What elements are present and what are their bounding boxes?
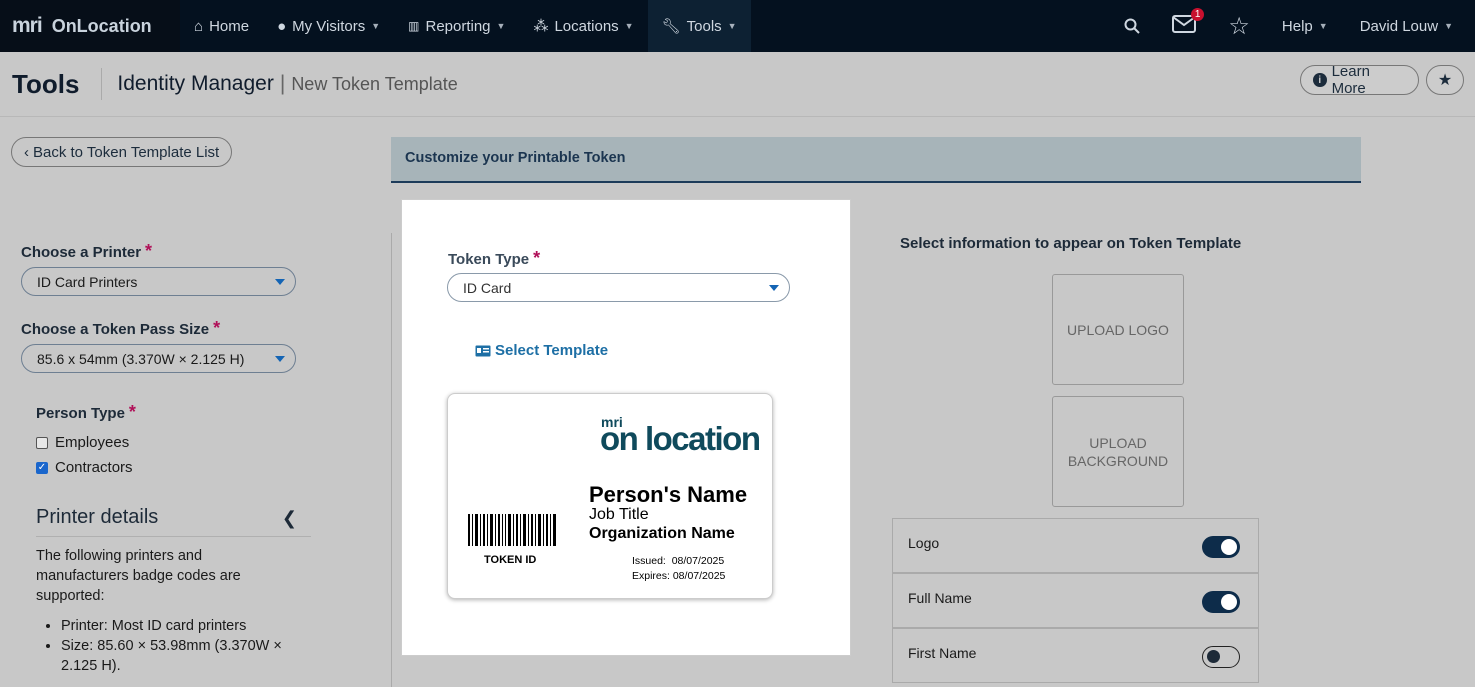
chevron-left-icon[interactable]: ❮ — [282, 508, 297, 529]
first-name-toggle[interactable] — [1202, 646, 1240, 668]
home-icon: ⌂ — [194, 17, 204, 35]
printer-select[interactable]: ID Card Printers — [21, 267, 296, 296]
upload-background-button[interactable]: UPLOAD BACKGROUND — [1052, 396, 1184, 507]
barcode-icon — [468, 514, 556, 546]
card-person-name: Person's Name — [589, 482, 748, 507]
customize-banner: Customize your Printable Token — [391, 137, 1361, 183]
star-icon: ☆ — [1228, 12, 1250, 40]
card-logo-text: on location — [600, 420, 761, 457]
chevron-left-icon: ‹ — [24, 143, 29, 161]
full-name-toggle[interactable] — [1202, 591, 1240, 613]
nav-user[interactable]: David Louw ▼ — [1344, 0, 1453, 52]
chevron-down-icon: ▼ — [727, 21, 737, 31]
favorite-page-button[interactable]: ★ — [1426, 65, 1464, 95]
mail-icon: 1 — [1172, 8, 1205, 37]
contractors-checkbox[interactable]: ✓ Contractors — [36, 459, 133, 476]
nav-locations[interactable]: ⁂ Locations ▼ — [519, 0, 647, 52]
column-divider — [391, 233, 392, 687]
token-preview-card: mri on location Person's Name Job Title … — [447, 393, 773, 599]
size-label: Choose a Token Pass Size * — [21, 318, 221, 338]
nav-my-visitors[interactable]: ● My Visitors ▼ — [263, 0, 394, 52]
size-select[interactable]: 85.6 x 54mm (3.370W × 2.125 H) — [21, 344, 296, 373]
chevron-down-icon: ▼ — [1444, 21, 1453, 31]
breadcrumb-section: Identity Manager — [117, 72, 274, 95]
nav-home[interactable]: ⌂ Home — [180, 0, 263, 52]
token-type-select[interactable]: ID Card — [447, 273, 790, 302]
card-token-id: TOKEN ID — [484, 554, 537, 566]
card-issued: Issued: 08/07/2025 — [632, 555, 725, 567]
nav-reporting[interactable]: ▥ Reporting ▼ — [394, 0, 519, 52]
card-expires: Expires: 08/07/2025 — [632, 570, 726, 582]
breadcrumb-separator: | — [279, 72, 286, 95]
nav-right: 1 ☆ Help ▼ David Louw ▼ — [1108, 0, 1475, 52]
printer-label: Choose a Printer * — [21, 241, 153, 261]
breadcrumb-page: New Token Template — [291, 73, 458, 94]
favorites-button[interactable]: ☆ — [1212, 0, 1266, 52]
nav-help[interactable]: Help ▼ — [1266, 0, 1344, 52]
toggle-row-logo: Logo — [892, 518, 1259, 573]
top-nav: mri OnLocation ⌂ Home ● My Visitors ▼ ▥ … — [0, 0, 1475, 52]
brand-logo[interactable]: mri OnLocation — [0, 0, 180, 52]
mail-button[interactable]: 1 — [1156, 0, 1212, 52]
required-asterisk: * — [145, 241, 153, 261]
employees-checkbox[interactable]: Employees — [36, 434, 129, 451]
required-asterisk: * — [213, 318, 221, 338]
list-item: Size: 85.60 × 53.98mm (3.370W × 2.125 H)… — [61, 636, 301, 676]
logo-toggle[interactable] — [1202, 536, 1240, 558]
search-icon — [1124, 18, 1141, 34]
person-icon: ● — [277, 17, 287, 35]
search-button[interactable] — [1108, 0, 1156, 52]
card-job-title: Job Title — [589, 506, 649, 523]
printer-details-header[interactable]: Printer details ❮ — [36, 506, 311, 537]
toggle-row-full-name: Full Name — [892, 573, 1259, 628]
printer-details-text: The following printers and manufacturers… — [36, 548, 241, 604]
chevron-down-icon: ▼ — [624, 21, 634, 31]
page-header: Tools Identity Manager | New Token Templ… — [0, 52, 1475, 117]
printer-details-list: Printer: Most ID card printers Size: 85.… — [61, 616, 301, 676]
star-icon: ★ — [1437, 72, 1453, 89]
chevron-down-icon: ▼ — [371, 21, 381, 31]
nav-tools[interactable]: 🔧︎ Tools ▼ — [647, 0, 751, 52]
required-asterisk: * — [533, 248, 541, 268]
person-type-label: Person Type * — [36, 402, 136, 422]
upload-background-label: UPLOAD BACKGROUND — [1067, 434, 1169, 469]
learn-more-button[interactable]: i Learn More — [1300, 63, 1419, 97]
checkbox-checked[interactable]: ✓ — [36, 461, 48, 474]
dropdown-arrow-icon — [275, 279, 285, 285]
info-icon: i — [1313, 73, 1327, 87]
network-icon: ⁂ — [533, 18, 549, 35]
token-panel: Token Type * ID Card Select Template mri … — [401, 199, 851, 656]
back-to-list-button[interactable]: ‹ Back to Token Template List — [11, 137, 233, 167]
mail-count-badge: 1 — [1190, 8, 1205, 21]
toggle-row-first-name: First Name — [892, 628, 1259, 683]
info-title: Select information to appear on Token Te… — [900, 235, 1242, 252]
dropdown-arrow-icon — [769, 285, 779, 291]
wrench-icon: 🔧︎ — [661, 18, 681, 35]
checkbox-unchecked[interactable] — [36, 436, 48, 449]
chevron-down-icon: ▼ — [1318, 21, 1328, 31]
required-asterisk: * — [128, 402, 136, 422]
brand-name: OnLocation — [51, 15, 152, 36]
chevron-down-icon: ▼ — [496, 21, 506, 31]
card-dates: Issued: 08/07/2025 Expires: 08/07/2025 — [632, 554, 725, 584]
list-item: Printer: Most ID card printers — [61, 616, 301, 636]
upload-logo-button[interactable]: UPLOAD LOGO — [1052, 274, 1184, 385]
dropdown-arrow-icon — [275, 356, 285, 362]
page-title: Tools — [0, 68, 103, 100]
token-type-label: Token Type * — [448, 248, 541, 268]
card-org-name: Organization Name — [589, 525, 735, 542]
select-template-link[interactable]: Select Template — [475, 342, 608, 359]
bar-chart-icon: ▥ — [408, 19, 420, 33]
id-card-icon — [475, 345, 491, 356]
brand-mark: mri — [12, 14, 43, 37]
